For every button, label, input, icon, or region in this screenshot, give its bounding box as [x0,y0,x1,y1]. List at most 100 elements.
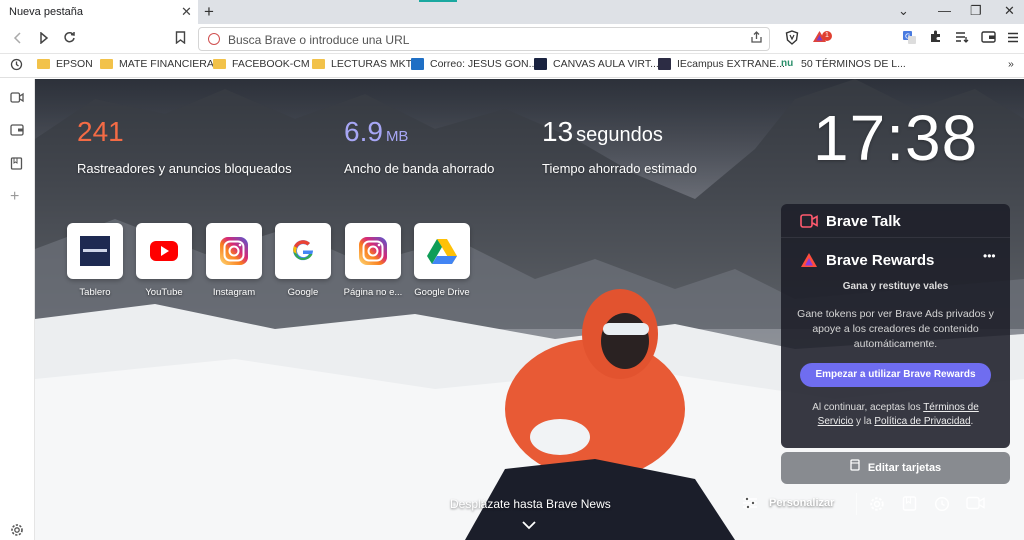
close-window-button[interactable]: ✕ [1004,3,1015,19]
history-icon[interactable] [10,58,23,71]
terms-suffix: . [970,416,974,427]
sidebar-brave-talk-icon[interactable] [10,91,24,106]
chevron-down-icon[interactable] [522,517,536,533]
tab-close-icon[interactable]: ✕ [181,4,192,20]
history-clock-icon[interactable] [934,496,950,516]
time-unit: segundos [576,124,663,146]
wallet-icon[interactable] [981,30,996,48]
bookmark-facebook-cm[interactable]: FACEBOOK-CM [213,58,310,70]
sidebar-reading-list-icon[interactable] [10,157,23,173]
bookmark-iecampus[interactable]: IEcampus EXTRANE... [658,58,785,70]
brave-shields-icon[interactable] [785,30,799,50]
rewards-badge: 1 [822,31,832,41]
bottom-divider [856,493,857,515]
new-tab-button[interactable]: + [204,2,214,22]
sidebar-add-icon[interactable]: + [10,188,19,206]
top-site-label: Google Drive [414,287,470,298]
bookmark-canvas[interactable]: CANVAS AULA VIRT... [534,58,659,70]
trackers-count: 241 [77,116,124,147]
privacy-policy-link[interactable]: Política de Privacidad [874,416,970,427]
reload-icon [64,31,75,43]
translate-icon[interactable]: G [902,30,917,50]
more-options-icon[interactable]: ••• [983,249,996,263]
edit-cards-icon [850,452,860,484]
stat-trackers-value: 241 [77,115,124,149]
brave-rewards-title: Brave Rewards [826,252,935,269]
bookmark-epson[interactable]: EPSON [37,58,93,70]
sidebar-settings-icon[interactable] [10,523,24,540]
folder-icon [100,59,113,69]
rewards-terms: Al continuar, aceptas los Términos de Se… [795,401,996,429]
back-button[interactable] [12,29,24,49]
sidebar-wallet-icon[interactable] [10,124,24,139]
share-icon[interactable] [750,31,763,47]
terms-prefix: Al continuar, aceptas los [812,402,924,413]
bookmark-label: MATE FINANCIERA [119,58,214,70]
tab-drag-indicator [419,0,457,2]
stat-time-value: 13 segundos [542,115,663,152]
tab-search-icon[interactable]: ⌄ [898,3,909,19]
brave-talk-icon [800,214,818,233]
bookmark-lecturas-mkt[interactable]: LECTURAS MKT [312,58,412,70]
top-site-tablero[interactable] [67,223,123,279]
google-drive-icon [427,239,457,264]
brave-talk-card[interactable]: Brave Talk [781,204,1010,238]
brave-news-link[interactable]: Desplázate hasta Brave News [450,497,611,511]
reload-button[interactable] [63,29,76,49]
address-placeholder: Busca Brave o introduce una URL [228,33,410,47]
forward-button[interactable] [38,29,50,49]
tab-strip: Nueva pestaña ✕ + ⌄ — ❐ ✕ [0,0,1024,24]
bookmarks-icon[interactable] [902,496,917,515]
site-info-icon[interactable] [208,33,220,45]
instagram-icon [220,237,248,265]
bottom-bar: Desplázate hasta Brave News Personalizar [35,487,1024,540]
folder-icon [312,59,325,69]
bookmark-button[interactable] [175,29,186,49]
more-bookmarks-icon[interactable]: » [1008,58,1014,70]
browser-window: Nueva pestaña ✕ + ⌄ — ❐ ✕ Busca Brave o … [0,0,1024,540]
bookmark-label: 50 TÉRMINOS DE L... [801,58,906,70]
top-site-google-drive[interactable] [414,223,470,279]
back-icon [13,32,21,44]
brave-talk-video-icon[interactable] [966,496,985,514]
top-site-google[interactable] [275,223,331,279]
start-rewards-button[interactable]: Empezar a utilizar Brave Rewards [800,363,991,387]
youtube-icon [150,241,178,261]
top-site-label: Tablero [79,287,111,298]
sidebar: + [0,79,35,540]
bandwidth-amount: 6.9 [344,116,383,147]
new-tab-page: 241 Rastreadores y anuncios bloqueados 6… [35,79,1024,540]
bookmarks-bar: EPSON MATE FINANCIERA FACEBOOK-CM LECTUR… [0,54,1024,78]
brave-rewards-card: Brave Rewards ••• Gana y restituye vales… [781,238,1010,448]
address-bar[interactable]: Busca Brave o introduce una URL [198,27,770,51]
menu-icon[interactable] [1007,30,1019,48]
restore-button[interactable]: ❐ [970,3,982,19]
playlist-icon[interactable] [955,30,969,48]
top-site-label: Google [287,287,319,298]
bookmark-label: Correo: JESUS GON... [430,58,538,70]
instagram-icon [359,237,387,265]
minimize-button[interactable]: — [938,3,951,18]
bookmark-correo[interactable]: Correo: JESUS GON... [411,58,537,70]
bookmark-label: CANVAS AULA VIRT... [553,58,659,70]
tab-new-tab[interactable]: Nueva pestaña ✕ [0,0,198,24]
customize-icon[interactable] [742,496,758,514]
top-site-youtube[interactable] [136,223,192,279]
top-site-label: Página no e... [343,287,403,298]
top-site-pagina-no-encontrada[interactable] [345,223,401,279]
nu-icon: nu [781,58,794,69]
bookmark-50-terminos[interactable]: nu 50 TÉRMINOS DE L... [781,58,906,70]
edit-cards-button[interactable]: Editar tarjetas [781,452,1010,484]
extensions-icon[interactable] [929,30,942,48]
settings-gear-icon[interactable] [869,496,885,516]
customize-button[interactable]: Personalizar [769,497,834,509]
edit-cards-label: Editar tarjetas [867,462,942,474]
bookmark-mate-financiera[interactable]: MATE FINANCIERA [100,58,214,70]
tab-title: Nueva pestaña [9,6,83,18]
google-icon [293,240,313,261]
stat-bandwidth-label: Ancho de banda ahorrado [344,161,495,176]
top-site-instagram[interactable] [206,223,262,279]
tablero-icon [80,236,110,266]
bandwidth-unit: MB [385,128,409,145]
toolbar: Busca Brave o introduce una URL G [0,24,1024,54]
